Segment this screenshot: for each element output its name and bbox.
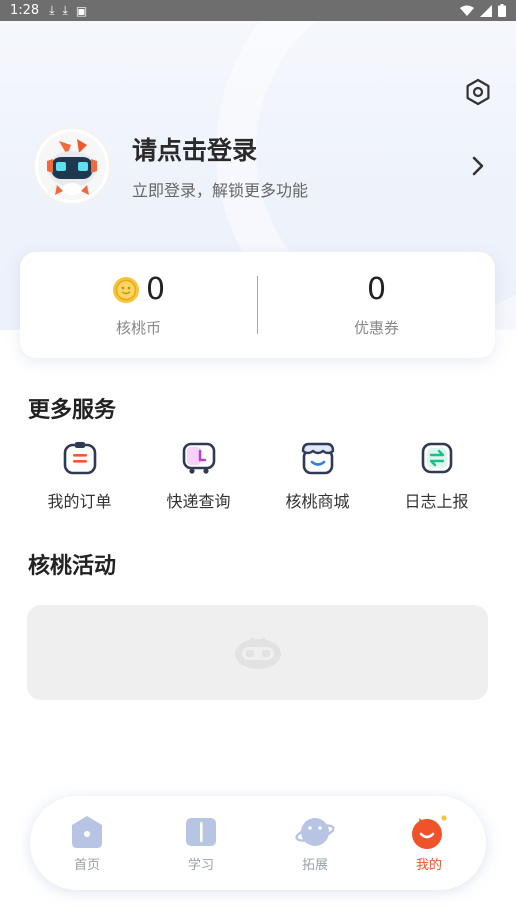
service-delivery-query[interactable]: 快递查询 [139, 440, 258, 512]
tab-home[interactable]: 首页 [30, 814, 144, 873]
service-label: 快递查询 [166, 492, 231, 511]
order-icon [63, 442, 96, 475]
bottom-tab-bar: 首页 学习 拓展 我的 [30, 796, 486, 890]
download-icon: ⤓ [62, 3, 68, 17]
services-grid: 我的订单 快递查询 核桃商城 日志上报 [20, 440, 496, 512]
services-title: 更多服务 [28, 398, 117, 423]
delivery-icon [182, 442, 215, 474]
login-subtitle: 立即登录，解锁更多功能 [132, 181, 309, 200]
robot-avatar-icon [38, 132, 106, 200]
profile-icon [412, 814, 447, 849]
settings-icon [466, 78, 490, 106]
service-label: 核桃商城 [285, 492, 350, 511]
coupons-stat[interactable]: 0 优惠券 [258, 252, 495, 358]
login-profile-row[interactable]: 请点击登录 立即登录，解锁更多功能 [32, 126, 492, 206]
tab-mine[interactable]: 我的 [372, 814, 486, 873]
tab-study[interactable]: 学习 [144, 814, 258, 873]
coins-stat[interactable]: 0 核桃币 [20, 252, 257, 358]
coin-icon [112, 276, 139, 303]
book-icon [186, 817, 216, 846]
battery-icon [498, 4, 506, 17]
service-label: 日志上报 [404, 492, 469, 511]
download-icon: ⤓ [49, 3, 55, 17]
login-title[interactable]: 请点击登录 [132, 131, 308, 167]
stats-card: 0 核桃币 0 优惠券 [20, 252, 495, 358]
service-log-report[interactable]: 日志上报 [377, 440, 496, 512]
status-bar: 1:28 ⤓ ⤓ ▣ [0, 0, 516, 21]
wifi-icon [460, 5, 474, 16]
service-walnut-shop[interactable]: 核桃商城 [258, 440, 377, 512]
service-label: 我的订单 [47, 492, 112, 511]
coins-label: 核桃币 [115, 319, 161, 337]
service-my-orders[interactable]: 我的订单 [20, 440, 139, 512]
tab-label: 学习 [187, 857, 214, 873]
signal-icon [480, 4, 492, 17]
home-icon [72, 815, 102, 848]
status-time: 1:28 [10, 3, 40, 18]
coupons-label: 优惠券 [353, 319, 399, 337]
tab-label: 我的 [415, 857, 442, 873]
activity-placeholder[interactable] [27, 605, 488, 700]
tab-label: 首页 [73, 857, 100, 873]
settings-button[interactable] [462, 76, 494, 108]
coupons-value: 0 [366, 272, 387, 307]
chevron-right-icon[interactable] [470, 154, 486, 178]
app-notification-icon: ▣ [75, 3, 88, 18]
activities-title: 核桃活动 [28, 554, 117, 579]
tab-explore[interactable]: 拓展 [258, 814, 372, 873]
coins-value: 0 [145, 272, 166, 307]
planet-icon [295, 817, 335, 846]
placeholder-logo-icon [234, 636, 281, 669]
shop-icon [301, 442, 334, 475]
avatar[interactable] [32, 126, 112, 206]
tab-label: 拓展 [301, 857, 328, 873]
log-upload-icon [421, 442, 452, 474]
